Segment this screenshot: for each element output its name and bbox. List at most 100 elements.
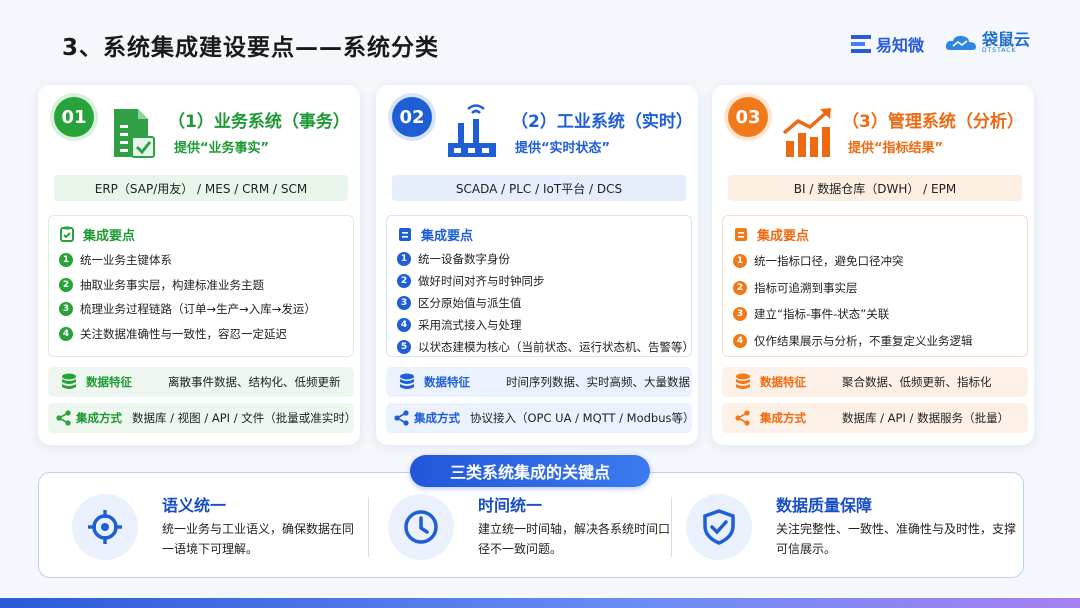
card-title: （3）管理系统（分析） [842, 112, 1024, 132]
kp-title: 数据质量保障 [776, 496, 873, 515]
kp-title: 语义统一 [162, 496, 227, 515]
target-icon [88, 510, 122, 544]
card-subtitle: 提供“实时状态” [515, 141, 611, 156]
clock-icon [404, 510, 438, 544]
card-subtitle: 提供“业务事实” [174, 141, 270, 156]
card-business-system: 01 （1）业务系统（事务） 提供“业务事实” ERP（SAP/用友） / ME… [38, 85, 360, 445]
list-item: 1 统一指标口径，避免口径冲突 [733, 248, 1017, 275]
card-subtitle: 提供“指标结果” [848, 141, 944, 156]
database-icon [62, 373, 76, 389]
checklist-icon [60, 226, 74, 242]
logo-yizhiwei: 易知微 [850, 32, 924, 56]
kp-text: 统一业务与工业语义，确保数据在同一语境下可理解。 [162, 522, 355, 556]
feature-value: 时间序列数据、实时高频、大量数据 [506, 375, 690, 389]
list-item: 4 仅作结果展示与分析，不重复定义业务逻辑 [733, 328, 1017, 355]
shield-check-icon [703, 509, 735, 545]
list-item: 1 统一业务主键体系 [59, 248, 343, 273]
list-item: 1 统一设备数字身份 [397, 248, 681, 270]
points-title: 集成要点 [757, 228, 810, 244]
number-bullet: 1 [733, 254, 747, 269]
method-value: 数据库 / API / 数据服务（批量） [842, 411, 1010, 425]
cloud-logo-icon [945, 35, 976, 50]
number-bullet: 3 [397, 296, 411, 310]
points-header: 集成要点 [59, 222, 343, 246]
points-title: 集成要点 [421, 228, 474, 244]
number-bullet: 5 [397, 340, 411, 354]
list-item: 3 建立“指标-事件-状态”关联 [733, 301, 1017, 328]
kp-icon-wrap [72, 494, 138, 560]
list-item: 2 抽取业务事实层，构建标准业务主题 [59, 273, 343, 298]
integration-method-row: 集成方式 数据库 / API / 数据服务（批量） [722, 403, 1028, 433]
kp-icon-wrap [686, 494, 752, 560]
checklist-icon [399, 228, 411, 241]
number-bullet: 4 [733, 333, 747, 348]
integration-points: 集成要点 1 统一设备数字身份 2 做好时间对齐与时钟同步 3 区分原始值与派生值 4… [386, 215, 694, 358]
system-tags: BI / 数据仓库（DWH） / EPM [728, 175, 1022, 201]
card-management-system: 03 （3）管理系统（分析） 提供“指标结果” BI / 数据仓库（DWH） /… [712, 85, 1034, 445]
card-title: （1）业务系统（事务） [168, 112, 350, 132]
share-icon [735, 410, 750, 426]
number-bullet: 2 [397, 274, 411, 288]
system-tags: SCADA / PLC / IoT平台 / DCS [392, 175, 686, 201]
slide: 3、系统集成建设要点——系统分类 易知微 袋鼠云 DTSTACK 01 （1）业… [0, 0, 1080, 608]
logo1-text: 易知微 [876, 36, 925, 55]
method-label: 集成方式 [76, 411, 122, 425]
list-item: 2 做好时间对齐与时钟同步 [397, 270, 681, 292]
share-icon [394, 410, 409, 426]
method-value: 数据库 / 视图 / API / 文件（批量或准实时） [132, 411, 357, 425]
card-number-badge: 01 [54, 97, 94, 137]
kp-icon-wrap [388, 494, 454, 560]
card-industrial-system: 02 （2）工业系统（实时） 提供“实时状态” SCADA / PLC / Io… [376, 85, 698, 445]
logo-dtstack: 袋鼠云 DTSTACK [944, 32, 1030, 54]
database-icon [736, 373, 750, 389]
integration-method-row: 集成方式 数据库 / 视图 / API / 文件（批量或准实时） [48, 403, 357, 433]
bar-chart-growth-icon [782, 108, 831, 157]
factory-signal-icon [448, 104, 496, 157]
key-points-title: 三类系统集成的关键点 [410, 455, 650, 487]
points-title: 集成要点 [83, 228, 136, 244]
method-value: 协议接入（OPC UA / MQTT / Modbus等） [470, 411, 695, 425]
database-icon [400, 373, 414, 389]
checklist-icon [735, 228, 747, 241]
method-label: 集成方式 [760, 411, 806, 425]
number-bullet: 3 [733, 307, 747, 322]
method-label: 集成方式 [414, 411, 460, 425]
integration-points: 集成要点 1 统一业务主键体系 2 抽取业务事实层，构建标准业务主题 3 梳理业务过程… [48, 215, 354, 357]
card-number-badge: 03 [728, 97, 768, 137]
data-feature-row: 数据特征 时间序列数据、实时高频、大量数据 [386, 367, 692, 397]
number-bullet: 3 [59, 302, 73, 317]
points-header: 集成要点 [733, 222, 1017, 246]
list-item: 4 采用流式接入与处理 [397, 314, 681, 336]
feature-label: 数据特征 [760, 375, 806, 389]
page-title: 3、系统集成建设要点——系统分类 [62, 35, 440, 61]
kp-text: 关注完整性、一致性、准确性与及时性，支撑可信展示。 [776, 522, 1017, 556]
list-item: 5 以状态建模为核心（当前状态、运行状态机、告警等） [397, 336, 694, 358]
bottom-accent-stripe [0, 598, 1080, 608]
share-icon [56, 410, 71, 426]
kp-title: 时间统一 [478, 496, 543, 515]
feature-value: 离散事件数据、结构化、低频更新 [168, 375, 341, 389]
card-title: （2）工业系统（实时） [511, 112, 693, 132]
number-bullet: 2 [733, 280, 747, 295]
document-check-icon [114, 109, 155, 158]
data-feature-row: 数据特征 离散事件数据、结构化、低频更新 [48, 367, 354, 397]
number-bullet: 1 [59, 253, 73, 268]
list-item: 3 区分原始值与派生值 [397, 292, 681, 314]
list-item: 4 关注数据准确性与一致性，容忍一定延迟 [59, 322, 343, 347]
list-item: 3 梳理业务过程链路（订单→生产→入库→发运） [59, 297, 343, 322]
number-bullet: 4 [397, 318, 411, 332]
list-item: 2 指标可追溯到事实层 [733, 275, 1017, 302]
yizhiwei-logo-icon [851, 35, 871, 53]
feature-value: 聚合数据、低频更新、指标化 [842, 375, 992, 389]
card-number-badge: 02 [392, 97, 432, 137]
divider [368, 497, 369, 557]
feature-label: 数据特征 [424, 375, 470, 389]
integration-method-row: 集成方式 协议接入（OPC UA / MQTT / Modbus等） [386, 403, 695, 433]
number-bullet: 2 [59, 277, 73, 292]
integration-points: 集成要点 1 统一指标口径，避免口径冲突 2 指标可追溯到事实层 3 建立“指标-事件… [722, 215, 1028, 357]
feature-label: 数据特征 [86, 375, 132, 389]
kp-text: 建立统一时间轴，解决各系统时间口径不一致问题。 [478, 522, 671, 556]
system-tags: ERP（SAP/用友） / MES / CRM / SCM [54, 175, 348, 201]
number-bullet: 4 [59, 326, 73, 341]
data-feature-row: 数据特征 聚合数据、低频更新、指标化 [722, 367, 1028, 397]
